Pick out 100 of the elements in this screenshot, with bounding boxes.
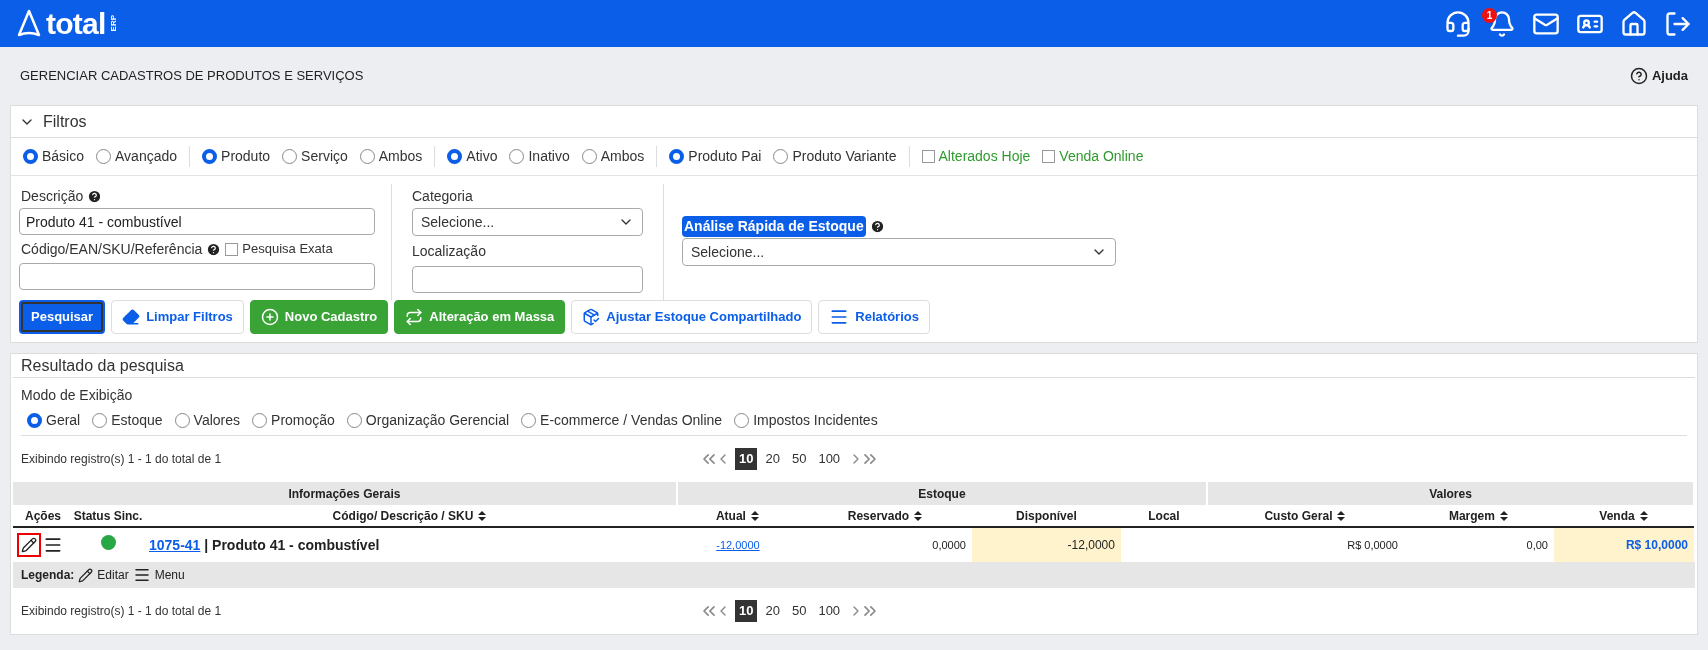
radio-option[interactable]: Serviço [282, 146, 348, 167]
sort-icon[interactable] [1336, 509, 1347, 522]
column-header: Disponível [971, 505, 1121, 527]
product-code-link[interactable]: 1075-41 [149, 536, 201, 553]
table-cell: R$ 0,0000 [1206, 527, 1404, 562]
page-title: GERENCIAR CADASTROS DE PRODUTOS E SERVIÇOS [20, 67, 364, 86]
field-label: Código/EAN/SKU/Referência [21, 239, 203, 259]
radio-option[interactable]: Estoque [92, 410, 163, 431]
action-button[interactable]: Pesquisar [19, 300, 106, 334]
column-header[interactable]: Venda [1553, 505, 1694, 527]
page-size-button[interactable]: 100 [814, 600, 845, 622]
category-select[interactable]: Selecione... [412, 208, 643, 236]
help-icon [1629, 67, 1648, 85]
column-header[interactable]: Atual [676, 505, 799, 527]
sort-icon[interactable] [1638, 509, 1649, 522]
radio-option[interactable]: Impostos Incidentes [734, 410, 878, 431]
radio-option[interactable]: Ambos [359, 146, 423, 167]
home-icon[interactable] [1620, 9, 1648, 38]
code-field[interactable] [19, 263, 375, 290]
field-label: Localização [412, 241, 487, 261]
page-size-button[interactable]: 50 [787, 448, 811, 470]
column-header[interactable]: Custo Geral [1206, 505, 1404, 527]
sort-icon[interactable] [749, 509, 760, 522]
field-label: Descrição [21, 186, 84, 206]
filters-toggle[interactable]: Filtros [11, 106, 1697, 138]
logo-text: total [46, 8, 106, 39]
radio-option[interactable]: Produto Variante [773, 146, 897, 167]
group-header: Valores [1206, 482, 1694, 505]
checkbox-option[interactable]: Alterados Hoje [921, 146, 1031, 167]
radio-option[interactable]: E-commerce / Vendas Online [521, 410, 723, 431]
action-button[interactable]: Limpar Filtros [111, 300, 244, 334]
action-button[interactable]: Ajustar Estoque Compartilhado [571, 300, 813, 334]
page-size-button[interactable]: 10 [735, 448, 758, 470]
eraser-icon [122, 308, 141, 326]
stock-analysis-select[interactable]: Selecione... [682, 238, 1116, 266]
legend-menu: Menu [154, 566, 185, 584]
table-cell: -12,0000 [971, 527, 1121, 562]
sort-icon[interactable] [477, 509, 488, 522]
radio-option[interactable]: Ativo [447, 146, 498, 167]
logout-icon[interactable] [1664, 9, 1692, 38]
radio-option[interactable]: Valores [174, 410, 241, 431]
radio-option[interactable]: Avançado [96, 146, 178, 167]
column-header[interactable]: Código/ Descrição / SKU [143, 505, 677, 527]
records-info: Exibindo registro(s) 1 - 1 do total de 1 [21, 603, 223, 620]
checkbox-option[interactable]: Pesquisa Exata [225, 239, 333, 259]
radio-option[interactable]: Inativo [509, 146, 570, 167]
table-cell: 0,00 [1403, 527, 1554, 562]
column-header[interactable]: Margem [1403, 505, 1554, 527]
column-header[interactable]: Reservado [798, 505, 972, 527]
sort-icon[interactable] [1498, 509, 1509, 522]
records-info: Exibindo registro(s) 1 - 1 do total de 1 [21, 451, 223, 468]
page-size-button[interactable]: 20 [761, 448, 784, 470]
pencil-icon [78, 567, 94, 583]
column-header: Ações [13, 505, 73, 527]
mode-label: Modo de Exibição [21, 385, 134, 405]
repeat-icon [405, 308, 424, 326]
column-header: Local [1120, 505, 1207, 527]
group-header: Estoque [676, 482, 1207, 505]
legend-label: Legenda: [21, 567, 75, 584]
field-label: Categoria [412, 186, 474, 206]
radio-option[interactable]: Geral [27, 410, 81, 431]
help-icon[interactable] [869, 218, 885, 234]
location-field[interactable] [412, 266, 643, 293]
field-label: Análise Rápida de Estoque [682, 215, 866, 237]
logo-tag: ERP [109, 15, 118, 32]
action-button[interactable]: Relatórios [818, 300, 930, 334]
page-size-button[interactable]: 10 [735, 600, 758, 622]
help-button[interactable]: Ajuda [1629, 66, 1688, 86]
radio-option[interactable]: Produto Pai [669, 146, 762, 167]
page-size-button[interactable]: 100 [814, 448, 845, 470]
sort-icon[interactable] [913, 509, 924, 522]
radio-option[interactable]: Produto [202, 146, 271, 167]
stock-link[interactable]: -12,0000 [716, 539, 760, 551]
description-field[interactable]: Produto 41 - combustível [19, 208, 375, 235]
logo-icon [16, 8, 42, 39]
page-size-button[interactable]: 20 [761, 600, 784, 622]
group-header: Informações Gerais [13, 482, 677, 505]
radio-option[interactable]: Ambos [581, 146, 645, 167]
table-cell: R$ 10,0000 [1553, 527, 1694, 562]
help-icon[interactable] [87, 188, 103, 204]
menu-icon[interactable] [43, 535, 63, 555]
legend-edit: Editar [97, 567, 129, 584]
page-size-button[interactable]: 50 [787, 600, 811, 622]
table-cell: 0,0000 [798, 527, 972, 562]
plus-icon [260, 308, 279, 326]
notification-badge: 1 [1482, 7, 1497, 23]
support-icon[interactable] [1444, 9, 1472, 38]
edit-button[interactable] [17, 533, 41, 557]
menu-icon [132, 566, 151, 584]
radio-option[interactable]: Promoção [252, 410, 335, 431]
panel-title: Resultado da pesquisa [13, 354, 1695, 378]
help-icon[interactable] [206, 241, 222, 257]
notification-icon[interactable] [1488, 9, 1516, 38]
checkbox-option[interactable]: Venda Online [1042, 146, 1144, 167]
radio-option[interactable]: Básico [23, 146, 85, 167]
product-description: | Produto 41 - combustível [204, 536, 380, 553]
radio-option[interactable]: Organização Gerencial [346, 410, 510, 431]
column-header: Status Sinc. [73, 505, 143, 527]
pencil-icon [21, 537, 37, 553]
box-check-icon [582, 308, 601, 326]
